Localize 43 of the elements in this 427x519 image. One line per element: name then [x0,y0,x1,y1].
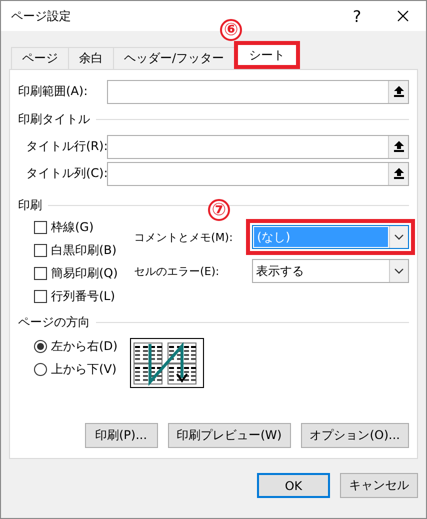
group-heading: 印刷タイトル [18,110,90,128]
field-label: コメントとメモ(M): [134,230,234,244]
tab[interactable]: シート [234,41,300,69]
collapse-icon [394,86,404,97]
field-label: セルのエラー(E): [134,264,220,278]
step-number-callout: ⑦ [208,199,230,221]
chevron-down-icon [394,234,404,240]
collapse-button[interactable] [388,136,408,158]
tab[interactable]: ページ [11,47,69,69]
panel-button[interactable]: オプション(O)... [300,423,409,448]
group-heading: ページの方向 [18,314,90,330]
range-input-field[interactable] [107,80,409,104]
collapse-button[interactable] [388,80,408,102]
collapse-button[interactable] [388,162,408,184]
radio-label: 上から下(V) [51,360,117,378]
chevron-down-icon [394,268,404,274]
ok-button[interactable]: OK [257,473,330,498]
checkbox-label: 簡易印刷(Q) [51,264,118,282]
checkbox-label: 白黒印刷(B) [51,242,117,258]
field-label: 印刷範囲(A): [18,83,89,100]
collapse-icon [394,168,404,179]
panel-button[interactable]: 印刷プレビュー(W) [168,423,291,448]
field-label: タイトル行(R): [26,138,107,155]
window-title: ページ設定 [11,8,72,24]
collapse-icon [394,141,404,152]
cancel-button[interactable]: キャンセル [340,473,418,498]
dropdown[interactable]: 表示する [252,259,409,283]
group-heading: 印刷 [18,196,42,214]
checkbox-label: 行列番号(L) [51,288,116,304]
checkbox[interactable] [34,244,47,256]
radio-label: 左から右(D) [51,338,118,354]
close-icon [397,10,409,22]
panel-button[interactable]: 印刷(P)... [84,423,158,448]
range-input-field[interactable] [107,162,409,186]
radio-button[interactable] [34,362,47,376]
field-label: タイトル列(C): [26,165,107,182]
checkbox-label: 枠線(G) [51,218,94,236]
range-input-field[interactable] [107,134,409,158]
checkbox[interactable] [34,290,47,302]
checkbox[interactable] [34,220,47,234]
help-button[interactable]: ? [334,1,380,31]
radio-button[interactable] [34,340,47,352]
checkbox[interactable] [34,266,47,280]
